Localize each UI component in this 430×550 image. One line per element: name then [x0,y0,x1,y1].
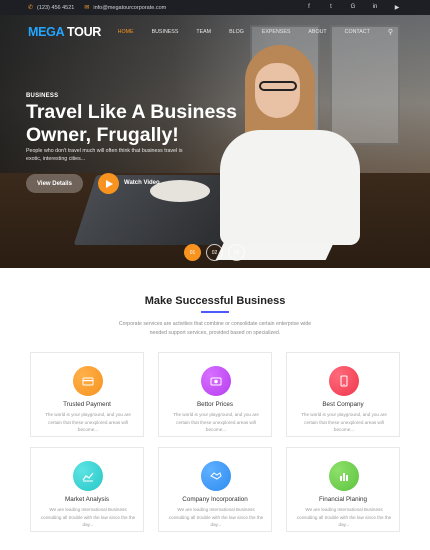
nav-item-expenses[interactable]: EXPENSES [253,29,300,35]
phone-number: (123) 456 4521 [37,4,75,11]
hero-tag: BUSINESS [26,93,59,99]
service-card-company-incorporation[interactable]: Company Incorporation We are leading Int… [158,447,272,532]
tablet-icon [329,366,359,396]
nav-item-team[interactable]: TEAM [187,29,220,35]
card-text: We are leading International Business co… [40,507,136,527]
email-contact[interactable]: ✉ info@megatourcorporate.com [84,4,167,12]
dollar-icon [201,366,231,396]
service-card-market-analysis[interactable]: Market Analysis We are leading Internati… [30,447,144,532]
card-text: We are leading International Business co… [168,507,264,527]
chart-icon [73,461,103,491]
phone-contact[interactable]: ✆ (123) 456 4521 [28,4,75,12]
facebook-icon[interactable]: f [304,4,314,11]
credit-card-icon [73,366,103,396]
nav-item-contact[interactable]: CONTACT [336,29,379,35]
card-title: Market Analysis [64,496,110,503]
search-icon[interactable]: ⚲ [379,28,402,36]
nav-item-business[interactable]: BUSINESS [143,29,188,35]
hero-slider: BUSINESS Travel Like A Business Owner, F… [0,15,430,268]
logo[interactable]: MEGA TOUR [28,25,101,39]
service-card-trusted-payment[interactable]: Trusted Payment The world is your playgr… [30,352,144,437]
mail-icon: ✉ [84,5,90,11]
slide-dot-1[interactable]: 01 [184,244,201,261]
card-text: The world is your playground, and you ar… [173,412,259,432]
section-title: Make Successful Business [144,295,286,307]
nav-menu: HOME BUSINESS TEAM BLOG EXPENSES ABOUT C… [109,28,402,36]
nav-item-blog[interactable]: BLOG [220,29,253,35]
section-description: Corporate services are activities that c… [118,321,312,336]
linkedin-icon[interactable]: in [370,4,380,11]
google-plus-icon[interactable]: G [348,4,358,11]
card-title: Company Incorporation [182,496,248,503]
hero-lead: People who don't travel much will often … [26,148,183,162]
hero-title: Travel Like A Business Owner, Frugally! [26,101,237,146]
phone-icon: ✆ [28,5,34,11]
slide-dot-3[interactable]: 03 [228,244,245,261]
youtube-icon[interactable]: ▶ [392,4,402,11]
title-underline [201,311,229,313]
card-title: Best Company [322,401,364,408]
card-title: Bettor Prices [196,401,234,408]
social-links: f t G in ▶ [304,4,402,11]
main-nav: MEGA TOUR HOME BUSINESS TEAM BLOG EXPENS… [0,15,430,49]
watch-video-link[interactable]: Watch Video [124,180,160,186]
email-address: info@megatourcorporate.com [93,4,167,11]
twitter-icon[interactable]: t [326,4,336,11]
view-details-button[interactable]: View Details [26,174,83,193]
slider-pagination: 01 02 03 [184,244,245,261]
card-text: The world is your playground, and you ar… [301,412,387,432]
service-cards: Trusted Payment The world is your playgr… [30,352,400,532]
top-bar: ✆ (123) 456 4521 ✉ info@megatourcorporat… [0,0,430,15]
bar-chart-icon [329,461,359,491]
card-text: The world is your playground, and you ar… [45,412,131,432]
nav-item-about[interactable]: ABOUT [299,29,335,35]
service-card-best-company[interactable]: Best Company The world is your playgroun… [286,352,400,437]
card-text: We are leading International Business co… [296,507,392,527]
slide-dot-2[interactable]: 02 [206,244,223,261]
nav-item-home[interactable]: HOME [109,29,143,35]
card-title: Financial Planing [319,496,367,503]
handshake-icon [201,461,231,491]
card-title: Trusted Payment [63,401,111,408]
service-card-financial-planing[interactable]: Financial Planing We are leading Interna… [286,447,400,532]
play-icon[interactable] [98,173,119,194]
service-card-better-prices[interactable]: Bettor Prices The world is your playgrou… [158,352,272,437]
